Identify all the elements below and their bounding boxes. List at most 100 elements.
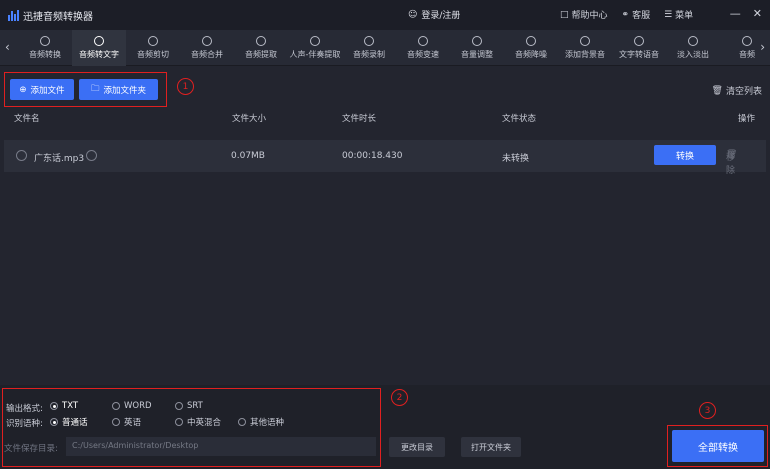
clear-list-button[interactable]: 🗑 清空列表	[711, 84, 762, 98]
tts-icon	[634, 36, 644, 46]
user-icon: ☺	[408, 9, 418, 20]
add-file-label: 添加文件	[30, 85, 65, 96]
chat-icon: □	[560, 9, 569, 20]
format-word-label: WORD	[124, 401, 152, 411]
annotation-marker-2: 2	[391, 389, 408, 406]
tool-label: 音频	[739, 50, 755, 59]
lang-mixed-label: 中英混合	[187, 418, 222, 428]
play-icon[interactable]	[16, 150, 27, 161]
tool-vocal[interactable]: 人声-伴奏提取	[288, 30, 342, 66]
tool-label: 音频转换	[29, 50, 61, 59]
lang-mandarin-radio[interactable]: 普通话	[50, 416, 88, 428]
more-circle-icon[interactable]	[86, 150, 97, 161]
tool-label: 人声-伴奏提取	[289, 50, 341, 59]
col-name: 文件名	[14, 114, 40, 124]
extract-icon	[256, 36, 266, 46]
annotation-marker-3: 3	[699, 402, 716, 419]
tool-label: 淡入淡出	[677, 50, 709, 59]
lang-other-label: 其他语种	[250, 418, 285, 428]
close-icon[interactable]: ✕	[753, 7, 762, 20]
format-srt-radio[interactable]: SRT	[175, 401, 203, 411]
help-label: 帮助中心	[571, 11, 608, 21]
tool-label: 音频提取	[245, 50, 277, 59]
language-label: 识别语种:	[6, 419, 43, 429]
format-txt-radio[interactable]: TXT	[50, 401, 78, 411]
tool-label: 文字转语音	[619, 50, 659, 59]
clear-list-label: 清空列表	[725, 87, 762, 97]
add-file-button[interactable]: ⊕ 添加文件	[10, 79, 74, 100]
convert-icon	[40, 36, 50, 46]
tool-label: 音频剪切	[137, 50, 169, 59]
tool-label: 添加背景音	[565, 50, 605, 59]
tool-convert[interactable]: 音频转换	[18, 30, 72, 66]
folder-icon: 🗀	[90, 83, 100, 94]
col-size: 文件大小	[232, 114, 267, 124]
logo-icon	[8, 9, 19, 21]
tool-label: 音频降噪	[515, 50, 547, 59]
action-row: ⊕ 添加文件 🗀 添加文件夹 1 🗑 清空列表	[0, 66, 770, 110]
convert-all-button[interactable]: 全部转换	[672, 430, 764, 462]
minimize-icon[interactable]: —	[730, 7, 741, 20]
file-duration: 00:00:18.430	[342, 151, 403, 161]
col-status: 文件状态	[502, 114, 537, 124]
tool-mic[interactable]: 音频录制	[342, 30, 396, 66]
menu-label: 菜单	[675, 11, 694, 21]
format-word-radio[interactable]: WORD	[112, 401, 152, 411]
tool-bg-music[interactable]: 添加背景音	[558, 30, 612, 66]
format-txt-label: TXT	[62, 401, 79, 411]
scroll-left-icon[interactable]: ‹	[5, 40, 10, 54]
tool-scissors[interactable]: 音频剪切	[126, 30, 180, 66]
feature-toolbar: ‹ 音频转换 音频转文字 音频剪切 音频合并 音频提取 人声-伴奏提取 音频录制 音频变速 音量…	[0, 30, 770, 66]
headset-icon: ⚭	[621, 9, 630, 20]
tool-tts[interactable]: 文字转语音	[612, 30, 666, 66]
title-bar: 迅捷音频转换器 ☺ 登录/注册 □ 帮助中心 ⚭ 客服 ☰ 菜单 — ✕	[0, 0, 770, 30]
help-center-button[interactable]: □ 帮助中心	[560, 8, 608, 22]
tool-label: 音频转文字	[79, 50, 119, 59]
more-icon	[742, 36, 752, 46]
volume-icon	[472, 36, 482, 46]
file-name: 广东话.mp3	[34, 154, 85, 164]
service-label: 客服	[632, 11, 651, 21]
lang-mandarin-label: 普通话	[62, 418, 88, 428]
tool-fade[interactable]: 淡入淡出	[666, 30, 720, 66]
format-srt-label: SRT	[187, 401, 203, 411]
tool-label: 音量调整	[461, 50, 493, 59]
lang-other-radio[interactable]: 其他语种	[238, 416, 284, 428]
scroll-right-icon[interactable]: ›	[760, 40, 765, 54]
format-label: 输出格式:	[6, 404, 43, 414]
add-folder-label: 添加文件夹	[103, 85, 147, 96]
tool-label: 音频录制	[353, 50, 385, 59]
open-folder-button[interactable]: 打开文件夹	[461, 437, 521, 457]
login-link[interactable]: ☺ 登录/注册	[408, 8, 461, 22]
noise-icon	[526, 36, 536, 46]
remove-label: 移除	[726, 153, 736, 176]
tool-merge[interactable]: 音频合并	[180, 30, 234, 66]
tool-audio-text[interactable]: 音频转文字	[72, 30, 126, 66]
login-label: 登录/注册	[421, 11, 461, 21]
change-dir-button[interactable]: 更改目录	[389, 437, 445, 457]
vocal-icon	[310, 36, 320, 46]
file-status: 未转换	[502, 154, 530, 164]
audio-text-icon	[94, 36, 104, 46]
convert-button[interactable]: 转换	[654, 145, 716, 165]
lang-english-label: 英语	[124, 418, 142, 428]
save-dir-label: 文件保存目录:	[4, 444, 58, 454]
trash-icon: 🗑	[711, 85, 723, 96]
lang-english-radio[interactable]: 英语	[112, 416, 141, 428]
tool-volume[interactable]: 音量调整	[450, 30, 504, 66]
mic-icon	[364, 36, 374, 46]
tool-speed[interactable]: 音频变速	[396, 30, 450, 66]
scissors-icon	[148, 36, 158, 46]
lang-mixed-radio[interactable]: 中英混合	[175, 416, 221, 428]
customer-service-button[interactable]: ⚭ 客服	[621, 8, 651, 22]
tool-noise[interactable]: 音频降噪	[504, 30, 558, 66]
save-path-field[interactable]: C:/Users/Administrator/Desktop	[66, 437, 376, 456]
tool-extract[interactable]: 音频提取	[234, 30, 288, 66]
menu-button[interactable]: ☰ 菜单	[664, 8, 694, 22]
speed-icon	[418, 36, 428, 46]
hamburger-icon: ☰	[664, 9, 673, 20]
add-folder-button[interactable]: 🗀 添加文件夹	[79, 79, 158, 100]
table-row[interactable]: 广东话.mp3 0.07MB 00:00:18.430 未转换 转换 🗑 移除	[4, 140, 766, 176]
col-duration: 文件时长	[342, 114, 377, 124]
col-op: 操作	[738, 114, 756, 124]
